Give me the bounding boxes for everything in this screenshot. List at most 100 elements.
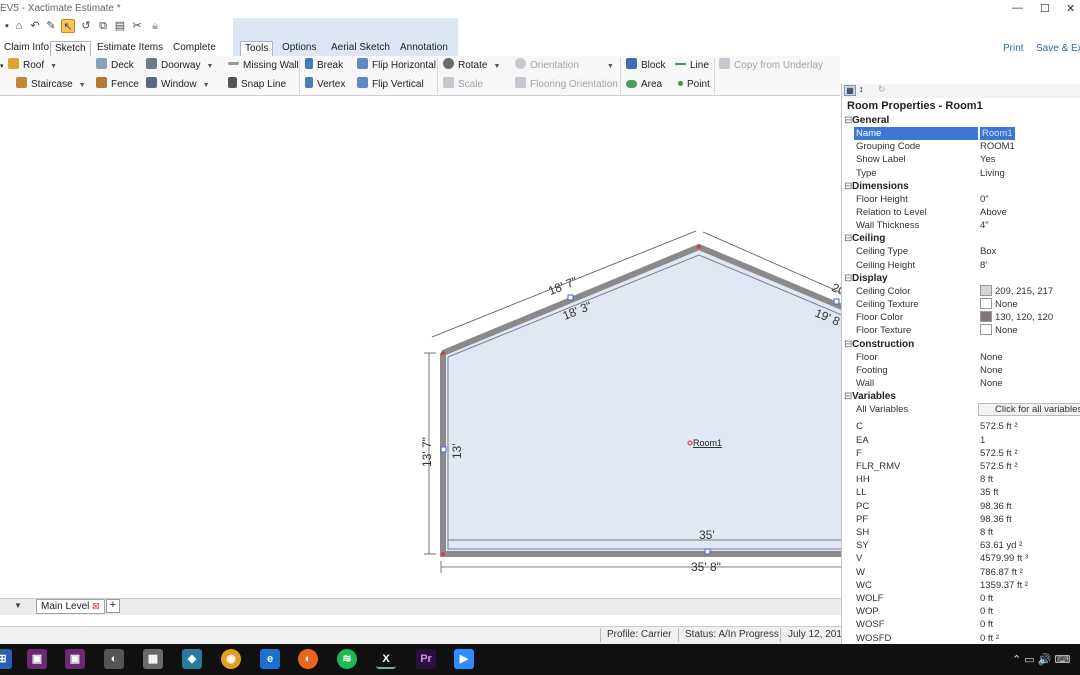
property-category-general[interactable]: ⊟General	[842, 114, 1080, 127]
undo-arrow-icon[interactable]: ↶	[28, 19, 42, 33]
all-variables-button[interactable]: Click for all variables	[978, 403, 1080, 417]
home-icon[interactable]: ⌂	[12, 19, 26, 33]
property-row[interactable]: PF 98.36 ft	[854, 513, 1080, 526]
property-value[interactable]: None	[980, 377, 1003, 390]
property-row[interactable]: Ceiling Texture None	[854, 298, 1080, 311]
property-value[interactable]: 572.5 ft ²	[980, 420, 1018, 433]
paint-3d-icon[interactable]: ◐	[104, 649, 124, 669]
undo-icon[interactable]: ↺	[79, 19, 93, 33]
property-value[interactable]: 0 ft ²	[980, 632, 999, 644]
flip-horizontal-button[interactable]: Flip Horizontal	[357, 58, 436, 74]
deck-button[interactable]: Deck	[96, 58, 134, 74]
property-row[interactable]: Floor Color 130, 120, 120	[854, 311, 1080, 324]
vertex-point[interactable]	[441, 351, 445, 355]
zoom-icon[interactable]: ▶	[454, 649, 474, 669]
property-value[interactable]: 0"	[980, 193, 989, 206]
add-level-button[interactable]: +	[106, 599, 120, 613]
property-value[interactable]: 8'	[980, 259, 987, 272]
property-row[interactable]: Relation to Level Above	[854, 206, 1080, 219]
property-row[interactable]: Footing None	[854, 364, 1080, 377]
cut-icon[interactable]: ✂	[130, 19, 144, 33]
rotate-button[interactable]: Rotate ▼	[443, 58, 500, 74]
point-button[interactable]: Point	[675, 77, 710, 93]
property-row[interactable]: Floor Texture None	[854, 324, 1080, 337]
teams-icon[interactable]: ▣	[27, 649, 47, 669]
property-row[interactable]: FLR_RMV 572.5 ft ²	[854, 460, 1080, 473]
property-row[interactable]: EA 1	[854, 434, 1080, 447]
property-row[interactable]: WOSFD 0 ft ²	[854, 632, 1080, 644]
property-row[interactable]: Floor None	[854, 351, 1080, 364]
property-value[interactable]: 1359.37 ft ²	[980, 579, 1028, 592]
scale-button[interactable]: Scale	[443, 77, 483, 93]
property-value[interactable]: None	[980, 351, 1003, 364]
chrome-icon[interactable]: ◉	[221, 649, 241, 669]
property-value[interactable]: 1	[980, 434, 985, 447]
property-value[interactable]: 0 ft	[980, 605, 993, 618]
property-value[interactable]: Living	[980, 167, 1005, 180]
window-button[interactable]: Window ▼	[146, 77, 210, 93]
tab-options[interactable]: Options	[278, 41, 320, 56]
property-value[interactable]: 35 ft	[980, 486, 999, 499]
staircase-button[interactable]: Staircase ▼	[16, 77, 86, 93]
property-value[interactable]: 8 ft	[980, 526, 993, 539]
property-row[interactable]: W 786.87 ft ²	[854, 566, 1080, 579]
color-swatch[interactable]	[980, 311, 992, 323]
color-swatch[interactable]	[980, 298, 992, 309]
property-value[interactable]: Yes	[980, 153, 996, 166]
line-button[interactable]: Line	[675, 58, 709, 74]
room-room1[interactable]	[440, 243, 842, 557]
copy-icon[interactable]: ⧉	[96, 19, 110, 33]
paste-icon[interactable]: ▤	[113, 19, 127, 33]
property-row[interactable]: SH 8 ft	[854, 526, 1080, 539]
color-swatch[interactable]	[980, 284, 992, 296]
lock-icon[interactable]: 🔒︎	[148, 19, 162, 33]
property-row[interactable]: Floor Height 0"	[854, 193, 1080, 206]
property-value[interactable]: Box	[980, 245, 996, 258]
vertex-point[interactable]	[697, 245, 701, 249]
property-value[interactable]: None	[980, 324, 1018, 337]
system-tray[interactable]: ⌃ ▭ 🔊 ⌨	[1012, 653, 1070, 666]
orientation-button[interactable]: Orientation ▼	[515, 58, 614, 74]
teams-meeting-icon[interactable]: ▣	[65, 649, 85, 669]
roof-button[interactable]: ▾ Roof ▼	[0, 58, 57, 74]
property-row[interactable]: Type Living	[854, 167, 1080, 180]
vertex-button[interactable]: Vertex	[305, 77, 345, 93]
property-value[interactable]: 0 ft	[980, 592, 993, 605]
property-row[interactable]: WOSF 0 ft	[854, 618, 1080, 631]
tab-complete[interactable]: Complete	[169, 41, 220, 56]
area-button[interactable]: Area	[626, 77, 662, 93]
paint-icon[interactable]: ✎	[44, 19, 58, 33]
property-value[interactable]: Room1	[980, 127, 1015, 140]
block-button[interactable]: Block	[626, 58, 665, 74]
property-category-variables[interactable]: ⊟Variables	[842, 390, 1080, 403]
property-row[interactable]: Grouping Code ROOM1	[854, 140, 1080, 153]
select-pointer-icon[interactable]: ↖	[61, 19, 75, 33]
property-row[interactable]: Wall Thickness 4"	[854, 219, 1080, 232]
property-row[interactable]: LL 35 ft	[854, 486, 1080, 499]
property-row[interactable]: Ceiling Height 8'	[854, 259, 1080, 272]
property-value[interactable]: 98.36 ft	[980, 513, 1012, 526]
sketch-drawing[interactable]: 18' 7" 18' 3" 20 19' 8 13' 7" 13' 35' 35…	[0, 97, 842, 598]
collapse-icon[interactable]: ⊟	[844, 180, 852, 193]
level-tab-main[interactable]: Main Level ⊠	[36, 599, 105, 614]
property-row[interactable]: V 4579.99 ft ³	[854, 552, 1080, 565]
property-row[interactable]: All Variables Click for all variables	[854, 403, 1080, 417]
flip-vertical-button[interactable]: Flip Vertical	[357, 77, 424, 93]
xactimate-icon[interactable]: X	[376, 649, 396, 669]
property-value[interactable]: 63.61 yd ²	[980, 539, 1022, 552]
property-row[interactable]: Name Room1	[854, 127, 1080, 140]
property-value[interactable]: 572.5 ft ²	[980, 460, 1018, 473]
sort-az-icon[interactable]: ↕	[859, 84, 864, 94]
bucket-app-icon[interactable]: ◆	[182, 649, 202, 669]
print-link[interactable]: Print	[1003, 43, 1024, 54]
property-row[interactable]: F 572.5 ft ²	[854, 447, 1080, 460]
property-category-ceiling[interactable]: ⊟Ceiling	[842, 232, 1080, 245]
property-value[interactable]: 130, 120, 120	[980, 311, 1053, 324]
property-value[interactable]: Above	[980, 206, 1007, 219]
collapse-icon[interactable]: ⊟	[844, 232, 852, 245]
property-row[interactable]: Wall None	[854, 377, 1080, 390]
property-row[interactable]: Show Label Yes	[854, 153, 1080, 166]
collapse-icon[interactable]: ⊟	[844, 338, 852, 351]
property-value[interactable]: 786.87 ft ²	[980, 566, 1023, 579]
property-value[interactable]: ROOM1	[980, 140, 1015, 153]
